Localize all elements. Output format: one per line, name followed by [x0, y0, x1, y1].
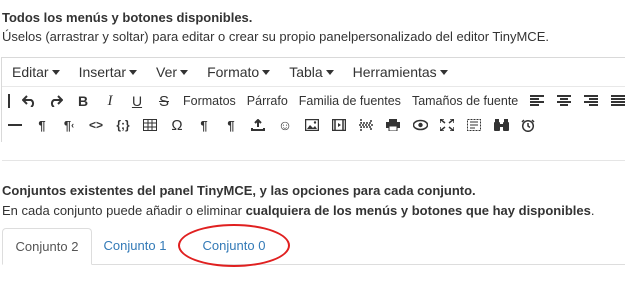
- menu-insertar[interactable]: Insertar: [69, 58, 146, 86]
- preview-icon[interactable]: [407, 114, 433, 136]
- menu-editar[interactable]: Editar: [2, 58, 69, 86]
- sets-description: En cada conjunto puede añadir o eliminar…: [2, 203, 595, 218]
- sets-desc-bold: cualquiera de los menús y botones que ha…: [245, 203, 591, 218]
- special-character-icon[interactable]: Ω: [164, 114, 190, 136]
- horizontal-rule-icon[interactable]: [2, 114, 28, 136]
- menu-label: Formato: [207, 64, 260, 80]
- visual-blocks-icon[interactable]: [461, 114, 487, 136]
- tab-conjunto-1[interactable]: Conjunto 1: [95, 228, 175, 263]
- caret-down-icon: [439, 69, 448, 75]
- toolbar-row-1: B I U S Formatos Párrafo Familia de fuen…: [2, 89, 625, 113]
- menu-label: Insertar: [78, 64, 127, 80]
- section-divider: [2, 160, 625, 161]
- align-center-icon[interactable]: [551, 90, 577, 112]
- undo-icon[interactable]: [16, 90, 42, 112]
- rtl-icon[interactable]: ¶ ‹: [56, 114, 82, 136]
- menubar-divider: [2, 86, 625, 87]
- menubar: Editar Insertar Ver Formato Tabla Herram…: [2, 58, 625, 86]
- intro-description: Úselos (arrastrar y soltar) para editar …: [2, 29, 549, 44]
- menu-label: Editar: [12, 64, 49, 80]
- sets-tabs: Conjunto 2 Conjunto 1 Conjunto 0: [2, 228, 625, 265]
- caret-down-icon: [129, 69, 138, 75]
- media-icon[interactable]: [326, 114, 352, 136]
- caret-down-icon: [51, 69, 60, 75]
- emoticons-icon[interactable]: ☺: [272, 114, 298, 136]
- align-justify-icon[interactable]: [605, 90, 625, 112]
- pagebreak-icon[interactable]: [353, 114, 379, 136]
- visual-chars-icon[interactable]: ¶: [218, 114, 244, 136]
- insert-datetime-icon[interactable]: [515, 114, 541, 136]
- align-right-icon[interactable]: [578, 90, 604, 112]
- caret-down-icon: [325, 69, 334, 75]
- menu-formato[interactable]: Formato: [197, 58, 279, 86]
- highlight-annotation-ellipse: [178, 224, 290, 267]
- fullscreen-icon[interactable]: [434, 114, 460, 136]
- tinymce-editor-panel: Editar Insertar Ver Formato Tabla Herram…: [1, 57, 625, 142]
- align-left-icon[interactable]: [524, 90, 550, 112]
- separator-icon[interactable]: [8, 94, 10, 108]
- underline-icon[interactable]: U: [124, 90, 150, 112]
- paragraph-button[interactable]: Párrafo: [242, 90, 293, 112]
- sets-desc-suffix: .: [590, 203, 595, 218]
- menu-label: Herramientas: [352, 64, 437, 80]
- caret-down-icon: [262, 69, 271, 75]
- formats-button[interactable]: Formatos: [178, 90, 241, 112]
- ltr-icon[interactable]: ¶: [29, 114, 55, 136]
- font-size-button[interactable]: Tamaños de fuente: [407, 90, 523, 112]
- menu-label: Ver: [156, 64, 178, 80]
- menu-herramientas[interactable]: Herramientas: [343, 58, 457, 86]
- font-family-button[interactable]: Familia de fuentes: [294, 90, 406, 112]
- toolbar-row-2: ¶ ¶ ‹ <> {;} Ω ¶ ¶ ☺: [2, 113, 625, 137]
- menu-label: Tabla: [289, 64, 323, 80]
- paragraph-mark-icon[interactable]: ¶: [191, 114, 217, 136]
- redo-icon[interactable]: [43, 90, 69, 112]
- strikethrough-icon[interactable]: S: [151, 90, 177, 112]
- code-icon[interactable]: <>: [83, 114, 109, 136]
- search-replace-icon[interactable]: [488, 114, 514, 136]
- italic-icon[interactable]: I: [97, 90, 123, 112]
- menu-tabla[interactable]: Tabla: [279, 58, 342, 86]
- print-icon[interactable]: [380, 114, 406, 136]
- intro-title: Todos los menús y botones disponibles.: [2, 10, 253, 25]
- codesample-icon[interactable]: {;}: [110, 114, 136, 136]
- sets-title: Conjuntos existentes del panel TinyMCE, …: [2, 183, 476, 198]
- menu-ver[interactable]: Ver: [146, 58, 197, 86]
- sets-desc-prefix: En cada conjunto puede añadir o eliminar: [2, 203, 246, 218]
- table-icon[interactable]: [137, 114, 163, 136]
- bold-icon[interactable]: B: [70, 90, 96, 112]
- caret-down-icon: [180, 69, 189, 75]
- image-icon[interactable]: [299, 114, 325, 136]
- tab-conjunto-2[interactable]: Conjunto 2: [2, 228, 92, 265]
- upload-icon[interactable]: [245, 114, 271, 136]
